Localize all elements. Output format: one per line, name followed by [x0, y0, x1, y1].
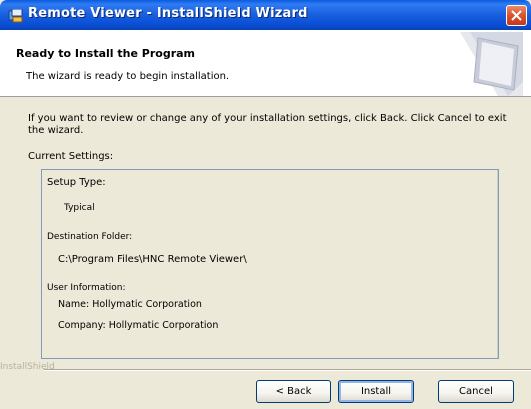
close-icon [511, 10, 522, 21]
installer-window: Remote Viewer - InstallShield Wizard Rea… [0, 0, 531, 409]
window-title: Remote Viewer - InstallShield Wizard [28, 6, 308, 21]
destination-folder-label: Destination Folder: [47, 232, 133, 242]
setup-type-value: Typical [64, 203, 95, 213]
user-information-label: User Information: [47, 283, 126, 293]
installer-icon [8, 8, 23, 23]
footer-divider [44, 369, 531, 371]
title-bar[interactable]: Remote Viewer - InstallShield Wizard [0, 0, 531, 30]
current-settings-label: Current Settings: [28, 151, 114, 162]
company-line: Company: Hollymatic Corporation [58, 320, 219, 331]
header-banner: Ready to Install the Program The wizard … [0, 30, 531, 97]
instruction-text: If you want to review or change any of y… [28, 113, 507, 136]
page-title: Ready to Install the Program [16, 47, 196, 60]
user-name-line: Name: Hollymatic Corporation [58, 299, 202, 310]
cancel-button[interactable]: Cancel [438, 380, 514, 403]
install-button[interactable]: Install [338, 380, 414, 403]
destination-folder-value: C:\Program Files\HNC Remote Viewer\ [58, 254, 247, 265]
settings-summary-box[interactable]: Setup Type: Typical Destination Folder: … [41, 169, 499, 359]
back-button[interactable]: < Back [256, 380, 331, 403]
wizard-graphic-icon [460, 32, 523, 96]
page-subtitle: The wizard is ready to begin installatio… [26, 71, 230, 82]
close-button[interactable] [506, 5, 527, 26]
scrollbar-track[interactable] [497, 170, 498, 358]
setup-type-label: Setup Type: [47, 177, 106, 188]
